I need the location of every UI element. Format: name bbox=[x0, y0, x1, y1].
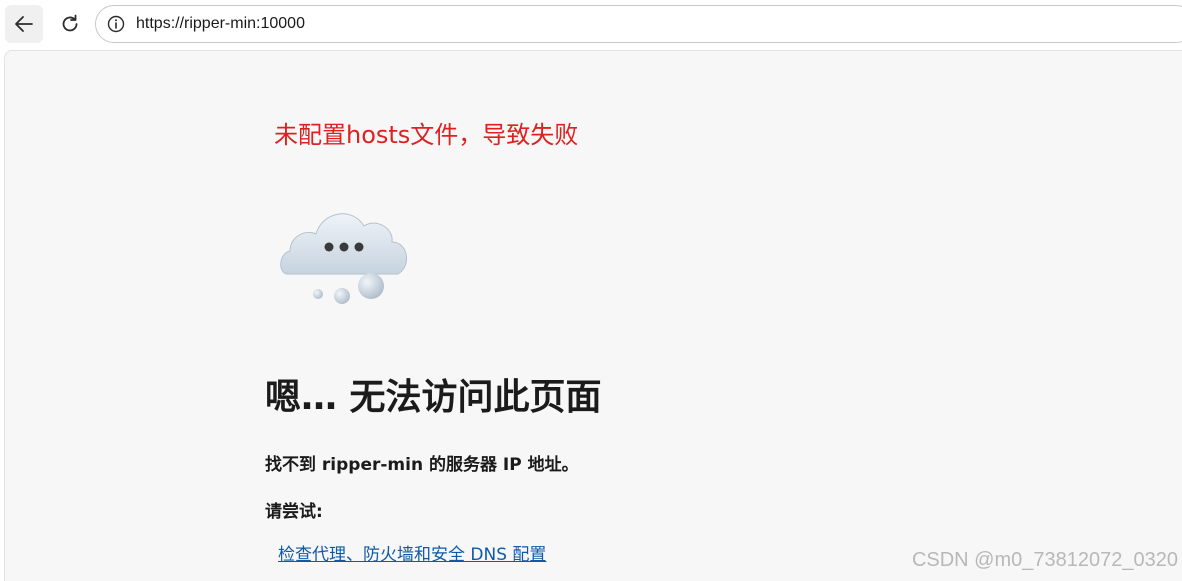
refresh-icon bbox=[62, 14, 78, 32]
url-text[interactable]: https://ripper-min:10000 bbox=[136, 14, 305, 34]
page-content bbox=[4, 50, 1182, 581]
page-title: 嗯… 无法访问此页面 bbox=[265, 377, 602, 418]
address-bar[interactable]: https://ripper-min:10000 bbox=[95, 5, 1182, 43]
arrow-left-icon bbox=[15, 16, 33, 32]
try-label: 请尝试: bbox=[265, 502, 323, 522]
info-circle-icon[interactable] bbox=[107, 15, 125, 33]
browser-toolbar: https://ripper-min:10000 bbox=[0, 0, 1182, 50]
refresh-button[interactable] bbox=[51, 5, 89, 43]
back-button[interactable] bbox=[5, 5, 43, 43]
cloud-icon bbox=[280, 213, 407, 304]
watermark: CSDN @m0_73812072_0320 bbox=[911, 549, 1178, 571]
check-proxy-firewall-dns-link[interactable]: 检查代理、防火墙和安全 DNS 配置 bbox=[278, 543, 546, 567]
annotation-note: 未配置hosts文件，导致失败 bbox=[274, 121, 579, 149]
error-description: 找不到 ripper-min 的服务器 IP 地址。 bbox=[265, 455, 579, 475]
